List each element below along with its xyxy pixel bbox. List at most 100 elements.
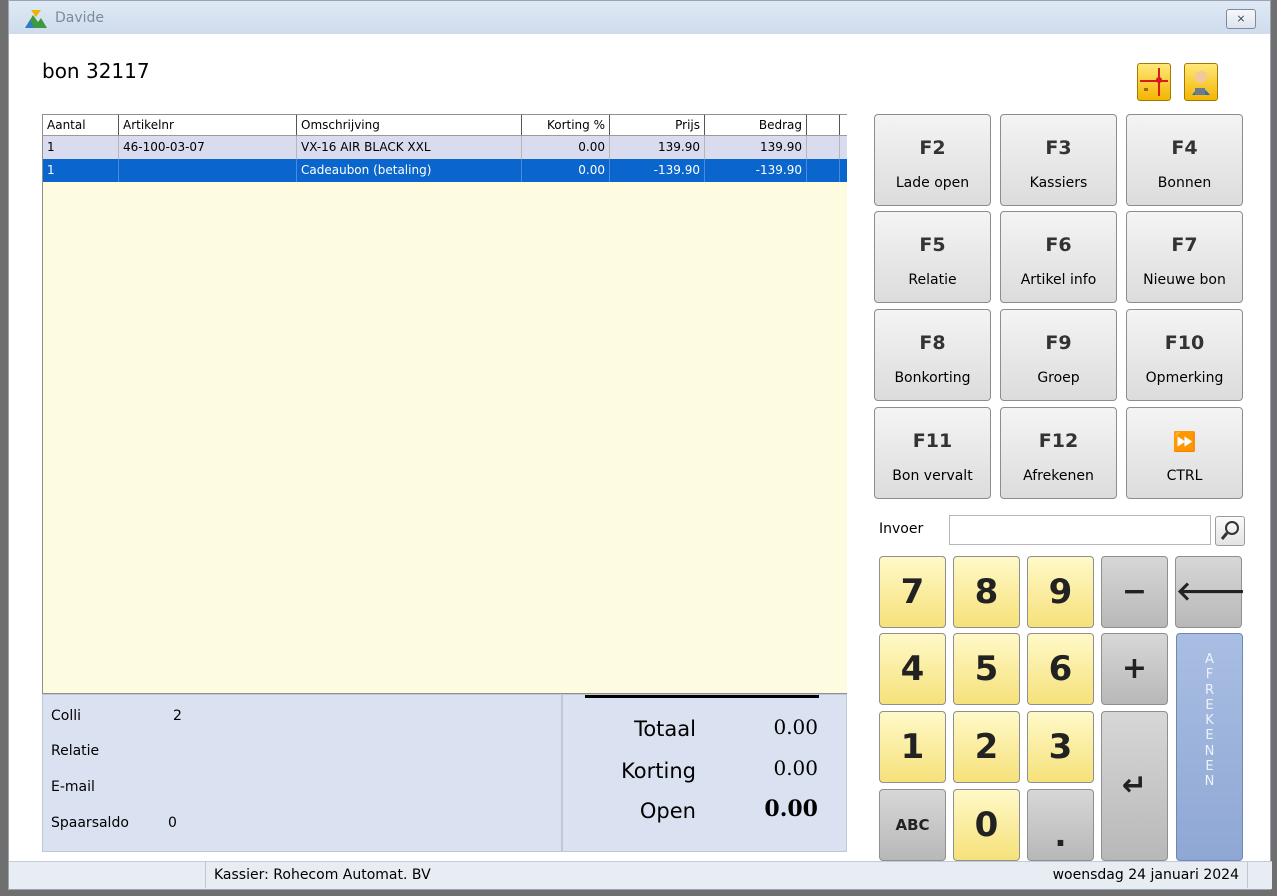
totals-panel: Totaal 0.00 Korting 0.00 Open 0.00 — [562, 694, 847, 852]
receipt-grid[interactable]: Aantal Artikelnr Omschrijving Korting % … — [42, 114, 847, 694]
fkey-label: Bon vervalt — [892, 468, 973, 484]
email-label: E-mail — [51, 779, 95, 795]
cell-prijs: -139.90 — [610, 159, 705, 182]
fkey-label: Artikel info — [1020, 272, 1097, 288]
f9-groep-button[interactable]: F9 Groep — [1000, 309, 1117, 401]
cell-prijs: 139.90 — [610, 136, 705, 159]
table-row-selected[interactable]: 1 Cadeaubon (betaling) 0.00 -139.90 -139… — [43, 159, 847, 182]
key-8[interactable]: 8 — [953, 556, 1020, 628]
col-extra — [807, 115, 840, 135]
f4-bonnen-button[interactable]: F4 Bonnen — [1126, 114, 1243, 206]
key-backspace-arrow-left-icon[interactable]: 🡐 — [1175, 556, 1246, 628]
key-4[interactable]: 4 — [879, 633, 946, 705]
key-3[interactable]: 3 — [1027, 711, 1094, 783]
status-divider — [1247, 862, 1248, 888]
app-logo-icon — [25, 10, 47, 28]
cell-korting: 0.00 — [522, 136, 610, 159]
fkey-label: Bonkorting — [894, 370, 971, 386]
close-icon: ⨯ — [1236, 12, 1246, 25]
relatie-label: Relatie — [51, 743, 100, 759]
status-bar: Kassier: Rohecom Automat. BV woensdag 24… — [9, 861, 1272, 889]
cell-aantal: 1 — [43, 136, 119, 159]
key-9[interactable]: 9 — [1027, 556, 1094, 628]
invoer-input[interactable] — [949, 515, 1211, 545]
f10-opmerking-button[interactable]: F10 Opmerking — [1126, 309, 1243, 401]
cell-extra — [807, 159, 840, 182]
grid-header: Aantal Artikelnr Omschrijving Korting % … — [43, 115, 847, 136]
ctrl-button[interactable]: ⏩ CTRL — [1126, 407, 1243, 499]
cell-omschrijving: Cadeaubon (betaling) — [297, 159, 522, 182]
col-aantal[interactable]: Aantal — [43, 115, 119, 135]
close-button[interactable]: ⨯ — [1226, 9, 1256, 29]
bon-title: bon 32117 — [42, 59, 150, 83]
col-omschrijving[interactable]: Omschrijving — [297, 115, 522, 135]
fkey-code: F9 — [1045, 332, 1072, 354]
fkey-label: Lade open — [895, 175, 970, 191]
korting-value: 0.00 — [773, 756, 818, 780]
fkey-label: Opmerking — [1145, 370, 1224, 386]
fkey-code: F2 — [919, 137, 946, 159]
status-kassier: Kassier: Rohecom Automat. BV — [214, 867, 431, 883]
cell-bedrag: 139.90 — [705, 136, 807, 159]
f11-bon-vervalt-button[interactable]: F11 Bon vervalt — [874, 407, 991, 499]
invoer-label: Invoer — [879, 521, 924, 537]
fkey-code: F12 — [1038, 430, 1079, 452]
fkey-label: Afrekenen — [1023, 468, 1094, 484]
totaal-value: 0.00 — [773, 715, 818, 739]
status-date: woensdag 24 januari 2024 — [1052, 867, 1239, 883]
f7-nieuwe-bon-button[interactable]: F7 Nieuwe bon — [1126, 211, 1243, 303]
f3-kassiers-button[interactable]: F3 Kassiers — [1000, 114, 1117, 206]
cell-aantal: 1 — [43, 159, 119, 182]
totals-divider — [585, 695, 819, 698]
fkey-code: F4 — [1171, 137, 1198, 159]
f2-lade-open-button[interactable]: F2 Lade open — [874, 114, 991, 206]
status-segment — [9, 862, 206, 888]
cell-bedrag: -139.90 — [705, 159, 807, 182]
spaarsaldo-label: Spaarsaldo — [51, 815, 129, 831]
fkey-code: F6 — [1045, 234, 1072, 256]
search-icon — [1220, 521, 1239, 540]
cashier-user-icon[interactable] — [1184, 63, 1218, 101]
window-title: Davide — [55, 10, 105, 26]
key-minus[interactable]: − — [1101, 556, 1168, 628]
gift-icon[interactable] — [1137, 63, 1171, 101]
open-value: 0.00 — [764, 796, 818, 822]
col-korting[interactable]: Korting % — [522, 115, 610, 135]
key-1[interactable]: 1 — [879, 711, 946, 783]
fkey-label: Bonnen — [1157, 175, 1212, 191]
cell-omschrijving: VX-16 AIR BLACK XXL — [297, 136, 522, 159]
fkey-code: F5 — [919, 234, 946, 256]
key-2[interactable]: 2 — [953, 711, 1020, 783]
key-5[interactable]: 5 — [953, 633, 1020, 705]
fkey-label: CTRL — [1166, 468, 1203, 484]
fkey-label: Nieuwe bon — [1143, 272, 1226, 288]
fkey-label: Groep — [1037, 370, 1080, 386]
customer-info-panel: Colli 2 Relatie E-mail Spaarsaldo 0 — [42, 694, 562, 852]
f6-artikel-info-button[interactable]: F6 Artikel info — [1000, 211, 1117, 303]
fkey-code: F8 — [919, 332, 946, 354]
col-artikelnr[interactable]: Artikelnr — [119, 115, 297, 135]
col-prijs[interactable]: Prijs — [610, 115, 705, 135]
key-enter-icon[interactable]: ↵ — [1101, 711, 1168, 861]
f8-bonkorting-button[interactable]: F8 Bonkorting — [874, 309, 991, 401]
afrekenen-button[interactable]: AFREKENEN — [1176, 633, 1243, 861]
key-abc[interactable]: ABC — [879, 789, 946, 861]
key-plus[interactable]: + — [1101, 633, 1168, 705]
colli-label: Colli — [51, 708, 82, 724]
f5-relatie-button[interactable]: F5 Relatie — [874, 211, 991, 303]
key-dot[interactable]: . — [1027, 789, 1094, 861]
korting-label: Korting — [621, 759, 696, 783]
f12-afrekenen-button[interactable]: F12 Afrekenen — [1000, 407, 1117, 499]
table-row[interactable]: 1 46-100-03-07 VX-16 AIR BLACK XXL 0.00 … — [43, 136, 847, 159]
fkey-code: F3 — [1045, 137, 1072, 159]
search-button[interactable] — [1215, 516, 1245, 546]
totaal-label: Totaal — [634, 717, 696, 741]
col-bedrag[interactable]: Bedrag — [705, 115, 807, 135]
pos-window: Davide ⨯ bon 32117 Aantal Artikelnr Omsc… — [8, 0, 1272, 890]
open-label: Open — [639, 799, 696, 823]
cell-korting: 0.00 — [522, 159, 610, 182]
key-0[interactable]: 0 — [953, 789, 1020, 861]
key-6[interactable]: 6 — [1027, 633, 1094, 705]
spaarsaldo-value: 0 — [168, 815, 177, 831]
key-7[interactable]: 7 — [879, 556, 946, 628]
